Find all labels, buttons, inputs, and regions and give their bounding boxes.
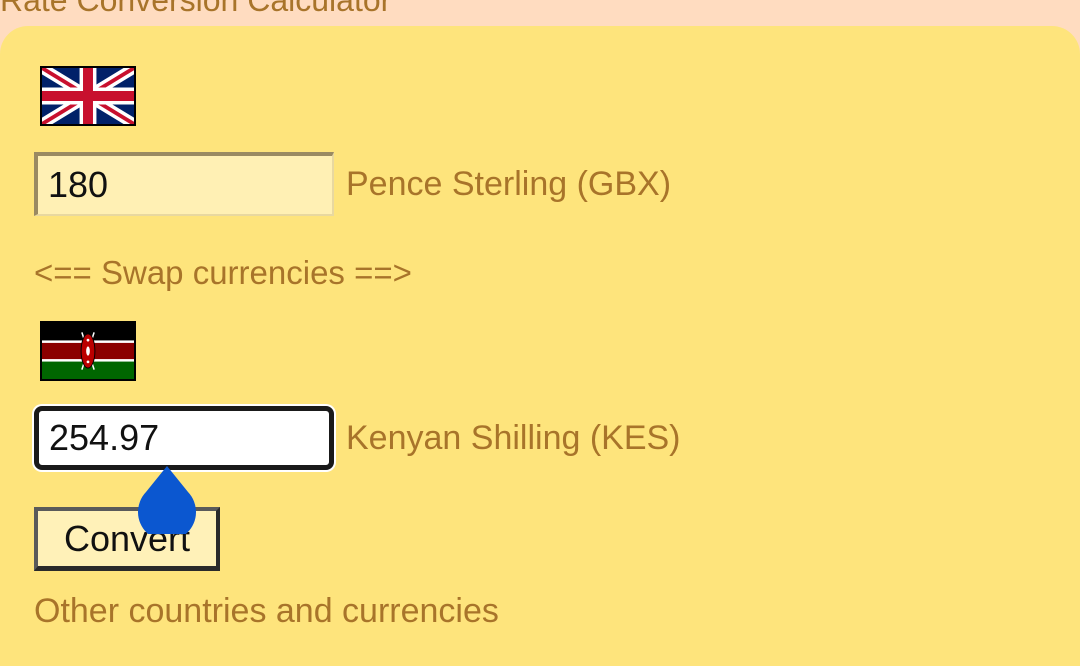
other-countries-link[interactable]: Other countries and currencies	[34, 592, 499, 631]
text-cursor-handle-icon[interactable]	[137, 466, 197, 541]
page-title: Rate Conversion Calculator	[0, 0, 392, 18]
swap-currencies-link[interactable]: <== Swap currencies ==>	[34, 254, 412, 292]
to-amount-input[interactable]	[34, 406, 334, 470]
kenya-flag-icon	[40, 321, 136, 381]
from-amount-input[interactable]	[34, 152, 334, 216]
converter-card: Pence Sterling (GBX) <== Swap currencies…	[0, 26, 1080, 666]
to-currency-label: Kenyan Shilling (KES)	[346, 419, 681, 457]
from-currency-label: Pence Sterling (GBX)	[346, 165, 672, 203]
uk-flag-icon	[40, 66, 136, 126]
